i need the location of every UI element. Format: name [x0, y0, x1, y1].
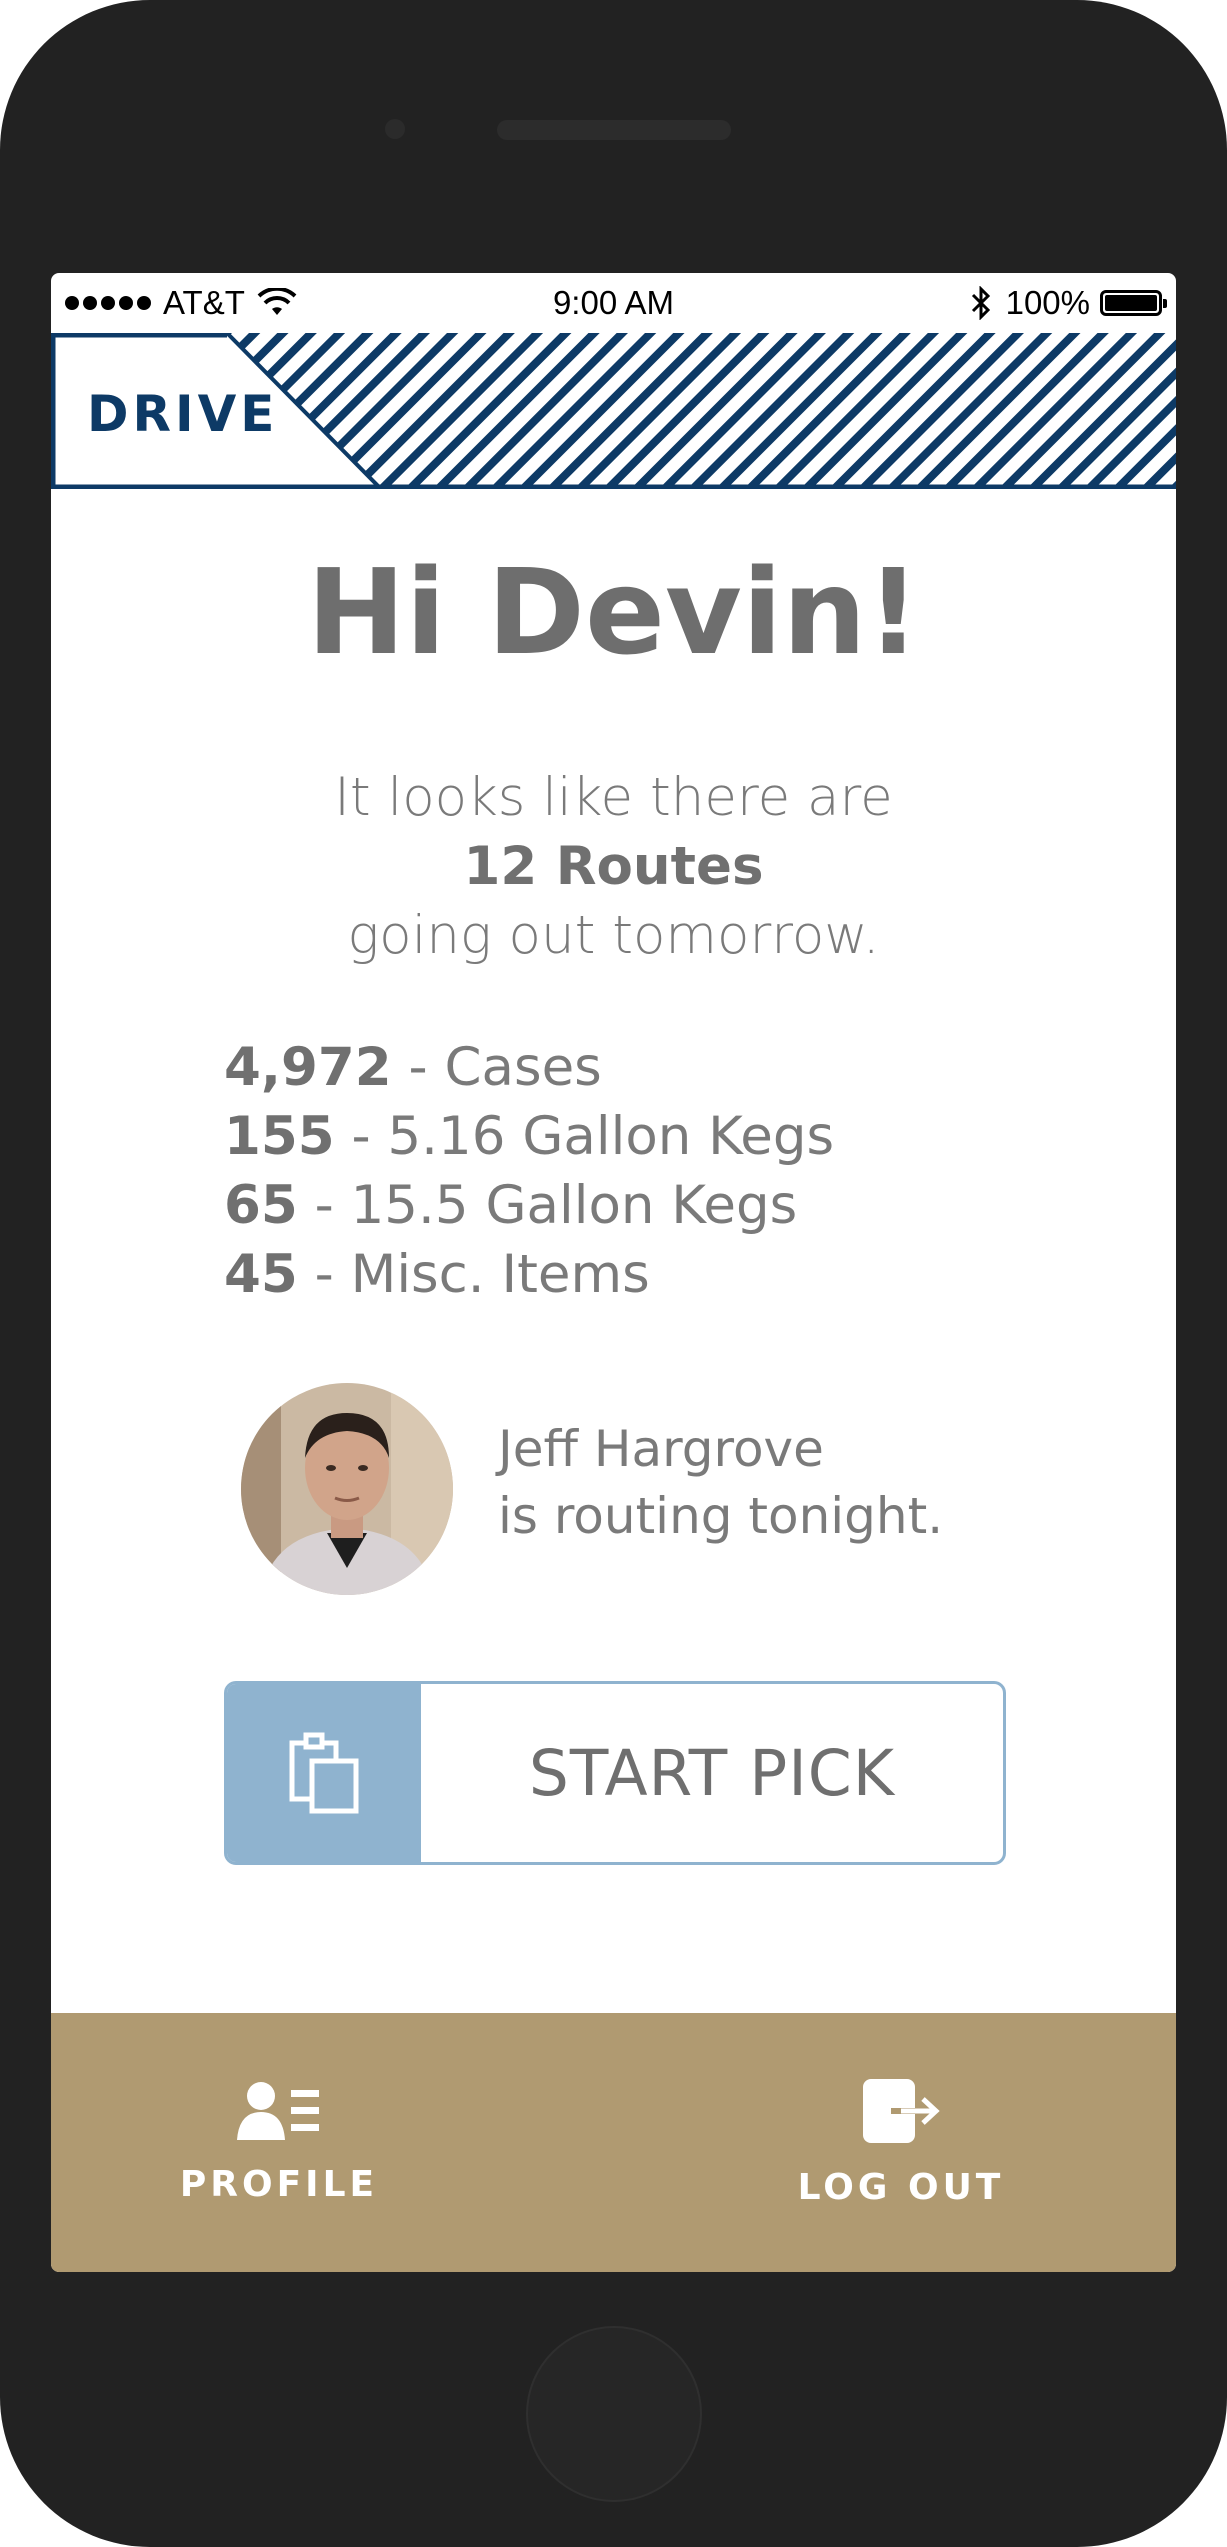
stat-value: 155: [224, 1106, 335, 1167]
routes-count: 12 Routes: [463, 836, 764, 897]
avatar: [241, 1383, 453, 1595]
start-pick-label: START PICK: [528, 1736, 896, 1810]
router-info: Jeff Hargrove is routing tonight.: [498, 1416, 943, 1550]
greeting-title: Hi Devin!: [306, 543, 921, 681]
logout-button[interactable]: LOG OUT: [701, 2013, 1101, 2272]
status-bar: AT&T 9:00 AM 100%: [51, 273, 1176, 333]
earpiece-speaker: [497, 120, 731, 140]
logout-icon: [863, 2079, 940, 2143]
router-status: is routing tonight.: [498, 1487, 944, 1545]
stat-value: 45: [224, 1244, 298, 1305]
bottom-nav: PROFILE LOG OUT: [51, 2013, 1176, 2272]
stat-label: - Cases: [391, 1037, 602, 1098]
stats-list: 4,972 - Cases 155 - 5.16 Gallon Kegs 65 …: [224, 1033, 834, 1309]
stat-row-516-kegs: 155 - 5.16 Gallon Kegs: [224, 1102, 834, 1171]
router-name: Jeff Hargrove: [498, 1420, 824, 1478]
route-summary: It looks like there are 12 Routes going …: [51, 763, 1176, 970]
start-pick-button[interactable]: START PICK: [224, 1681, 1006, 1865]
stat-label: - 15.5 Gallon Kegs: [297, 1175, 798, 1236]
brand-logo: DRIVE: [87, 385, 279, 443]
stat-label: - 5.16 Gallon Kegs: [334, 1106, 835, 1167]
intro-line: It looks like there are: [334, 767, 893, 828]
profile-label: PROFILE: [179, 2164, 379, 2205]
status-right: 100%: [970, 284, 1167, 322]
app-header: DRIVE: [51, 333, 1176, 489]
stat-value: 65: [224, 1175, 298, 1236]
bluetooth-icon: [971, 286, 990, 320]
phone-frame: AT&T 9:00 AM 100% DRIVE Hi Devin! It loo…: [0, 0, 1227, 2547]
stat-value: 4,972: [224, 1037, 392, 1098]
profile-icon: [237, 2082, 319, 2140]
stat-row-cases: 4,972 - Cases: [224, 1033, 834, 1102]
stat-row-misc: 45 - Misc. Items: [224, 1240, 834, 1309]
intro-line: going out tomorrow.: [347, 905, 880, 966]
front-camera: [385, 119, 405, 139]
app-screen: AT&T 9:00 AM 100% DRIVE Hi Devin! It loo…: [51, 273, 1176, 2272]
clipboard-icon: [289, 1732, 359, 1814]
home-button[interactable]: [526, 2326, 702, 2502]
stat-row-155-kegs: 65 - 15.5 Gallon Kegs: [224, 1171, 834, 1240]
profile-button[interactable]: PROFILE: [79, 2013, 479, 2272]
start-pick-icon-box: [227, 1684, 421, 1862]
stat-label: - Misc. Items: [297, 1244, 650, 1305]
logout-label: LOG OUT: [797, 2167, 1005, 2208]
battery-percent: 100%: [1005, 284, 1090, 321]
battery-icon: [1100, 290, 1167, 316]
